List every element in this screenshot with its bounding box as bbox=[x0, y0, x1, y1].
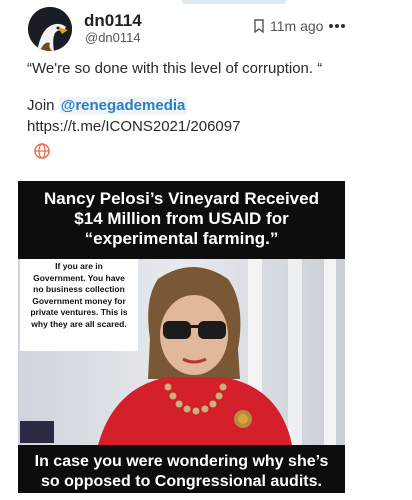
headline-line: $14 Million from USAID for bbox=[74, 209, 289, 228]
caption-line: Government. You have bbox=[33, 272, 125, 283]
user-handle[interactable]: @dn0114 bbox=[85, 30, 141, 45]
post-link[interactable]: https://t.me/ICONS2021/206097 bbox=[27, 118, 240, 135]
globe-icon[interactable] bbox=[33, 142, 51, 160]
caption-line: private ventures. This is bbox=[30, 307, 128, 317]
join-line: Join @renegademedia bbox=[27, 97, 188, 114]
eagle-avatar-image bbox=[28, 7, 72, 51]
post-meta: 11m ago bbox=[253, 18, 346, 34]
media-headline: Nancy Pelosi’s Vineyard Received $14 Mil… bbox=[18, 189, 345, 249]
post-quote: “We're so done with this level of corrup… bbox=[27, 60, 323, 77]
media-logo-badge bbox=[20, 421, 54, 443]
mention-link[interactable]: @renegademedia bbox=[58, 97, 188, 114]
caption-line: Government money for bbox=[32, 295, 126, 306]
post-time: 11m ago bbox=[270, 18, 324, 34]
caption-line: If you are in bbox=[55, 261, 103, 271]
media-bottom-caption: In case you were wondering why she’s so … bbox=[18, 452, 345, 492]
post-media-image[interactable]: Nancy Pelosi’s Vineyard Received $14 Mil… bbox=[18, 181, 345, 493]
bottom-line: In case you were wondering why she’s bbox=[34, 453, 329, 470]
headline-line: “experimental farming.” bbox=[84, 229, 279, 248]
caption-line: no business collection bbox=[33, 284, 125, 294]
headline-line: Nancy Pelosi’s Vineyard Received bbox=[44, 189, 319, 208]
post-card: dn0114 @dn0114 11m ago “We're so done wi… bbox=[0, 0, 412, 500]
caption-line: why they are all scared. bbox=[31, 318, 127, 329]
join-label: Join bbox=[27, 97, 55, 114]
avatar[interactable] bbox=[28, 7, 72, 51]
media-caption-box: If you are in Government. You have no bu… bbox=[20, 259, 138, 351]
more-options-icon[interactable] bbox=[328, 23, 346, 29]
bottom-line: so opposed to Congressional audits. bbox=[41, 473, 322, 490]
bookmark-icon[interactable] bbox=[253, 19, 265, 33]
display-name[interactable]: dn0114 bbox=[84, 11, 142, 31]
